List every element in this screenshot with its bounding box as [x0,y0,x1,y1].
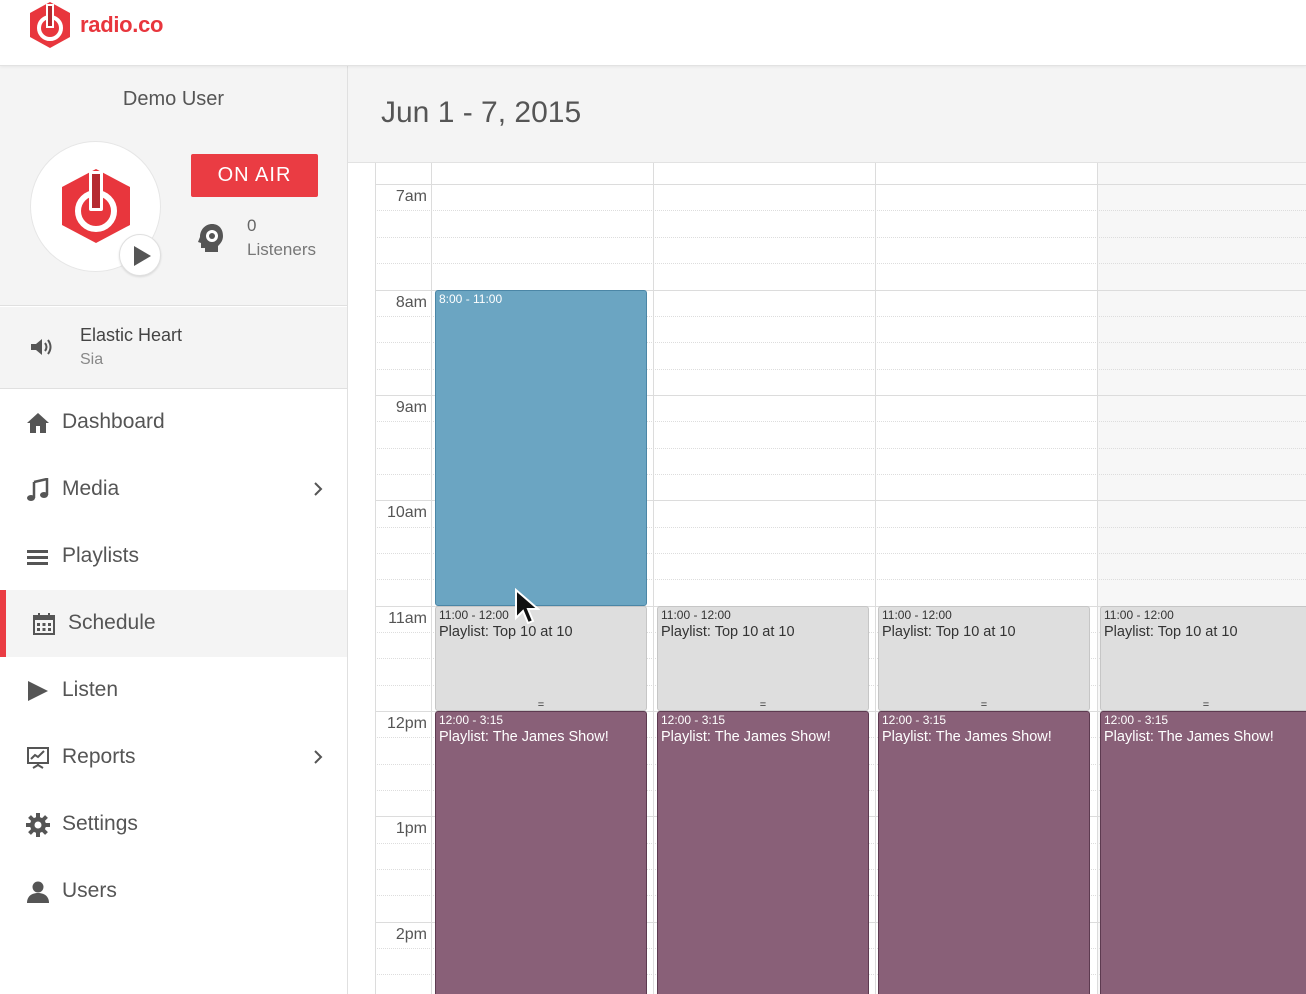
week-calendar: 7am 8am 9am 10am 11am 12pm 1pm 2pm 8:00 … [348,162,1306,994]
event-title: Playlist: The James Show! [882,729,1052,745]
brand-name: radio.co [80,12,164,37]
nav-label: Media [62,477,120,500]
schedule-event-top10[interactable]: 11:00 - 12:00 Playlist: Top 10 at 10 = [435,606,647,711]
nav-item-dashboard[interactable]: Dashboard [0,389,347,456]
play-icon [134,246,151,266]
main-nav: Dashboard Media Playlists Schedule Liste… [0,389,347,925]
nav-item-media[interactable]: Media [0,456,347,523]
time-label-11am: 11am [388,610,427,627]
sidebar: Demo User ON AIR 0 Listeners Elastic Hea… [0,66,348,994]
nav-label: Users [62,879,117,902]
schedule-event-james-show[interactable]: 12:00 - 3:15 Playlist: The James Show! [435,711,647,994]
nav-label: Reports [62,745,136,768]
time-label-7am: 7am [395,188,427,205]
nav-label: Listen [62,678,119,701]
time-label-1pm: 1pm [395,820,427,837]
speaker-icon [31,339,52,355]
event-time: 11:00 - 12:00 [882,608,952,622]
now-playing: Elastic Heart Sia [0,307,347,389]
schedule-event-james-show[interactable]: 12:00 - 3:15 Playlist: The James Show! [878,711,1090,994]
event-title: Playlist: The James Show! [661,729,831,745]
schedule-event-james-show[interactable]: 12:00 - 3:15 Playlist: The James Show! [657,711,869,994]
listeners-count: 0 [247,216,257,235]
schedule-event-top10[interactable]: 11:00 - 12:00 Playlist: Top 10 at 10 = [878,606,1090,711]
event-time: 12:00 - 3:15 [661,713,726,727]
nav-label: Playlists [62,544,140,567]
home-icon [27,413,49,433]
active-indicator [0,590,6,657]
time-label-12pm: 12pm [386,715,427,732]
music-note-icon [27,478,49,501]
station-profile: Demo User ON AIR 0 Listeners [0,66,347,306]
chevron-right-icon [314,750,323,764]
listeners-label: Listeners [247,240,316,259]
time-label-9am: 9am [395,399,427,416]
nav-item-listen[interactable]: Listen [0,657,347,724]
nav-label: Dashboard [62,410,165,433]
time-label-8am: 8am [395,294,427,311]
time-label-2pm: 2pm [395,926,427,943]
schedule-event-top10[interactable]: 11:00 - 12:00 Playlist: Top 10 at 10 = [1100,606,1306,711]
play-icon [28,681,48,701]
event-time: 12:00 - 3:15 [1104,713,1169,727]
top-bar: radio.co [0,0,1306,66]
list-icon [27,550,48,565]
event-time: 12:00 - 3:15 [439,713,504,727]
resize-handle[interactable]: = [436,700,646,711]
on-air-button[interactable]: ON AIR [191,154,318,197]
nav-item-settings[interactable]: Settings [0,791,347,858]
event-title: Playlist: Top 10 at 10 [661,624,795,640]
mouse-cursor-icon [515,588,540,625]
event-time: 11:00 - 12:00 [661,608,731,622]
schedule-date-range: Jun 1 - 7, 2015 [381,96,582,129]
main-content: Jun 1 - 7, 2015 7am 8am 9am 10am 11am 12… [348,66,1306,994]
now-playing-title: Elastic Heart [80,325,183,345]
brand-logo[interactable]: radio.co [28,0,163,50]
now-playing-artist: Sia [80,351,104,368]
nav-label: Settings [62,812,138,835]
event-time: 8:00 - 11:00 [439,292,503,306]
schedule-event-blue[interactable]: 8:00 - 11:00 [435,290,647,606]
event-title: Playlist: Top 10 at 10 [882,624,1016,640]
time-label-10am: 10am [386,504,427,521]
nav-item-users[interactable]: Users [0,858,347,925]
event-title: Playlist: The James Show! [1104,729,1274,745]
event-title: Playlist: The James Show! [439,729,609,745]
event-time: 11:00 - 12:00 [1104,608,1174,622]
event-time: 11:00 - 12:00 [439,608,509,622]
nav-label: Schedule [68,611,156,634]
user-icon [27,881,49,903]
play-button[interactable] [119,234,161,276]
nav-item-reports[interactable]: Reports [0,724,347,791]
gear-icon [26,813,50,837]
schedule-event-top10[interactable]: 11:00 - 12:00 Playlist: Top 10 at 10 = [657,606,869,711]
resize-handle[interactable]: = [658,700,868,711]
presentation-chart-icon [27,747,49,769]
nav-item-schedule[interactable]: Schedule [0,590,347,657]
calendar-icon [33,613,55,635]
event-title: Playlist: Top 10 at 10 [1104,624,1238,640]
user-name: Demo User [122,88,225,110]
resize-handle[interactable]: = [879,700,1089,711]
station-logo-icon [62,169,130,243]
listener-head-icon [198,224,223,252]
nav-item-playlists[interactable]: Playlists [0,523,347,590]
radio-co-logo-icon [30,2,70,48]
event-title: Playlist: Top 10 at 10 [439,624,573,640]
resize-handle[interactable]: = [1101,700,1306,711]
chevron-right-icon [314,482,323,496]
schedule-event-james-show[interactable]: 12:00 - 3:15 Playlist: The James Show! [1100,711,1306,994]
event-time: 12:00 - 3:15 [882,713,947,727]
